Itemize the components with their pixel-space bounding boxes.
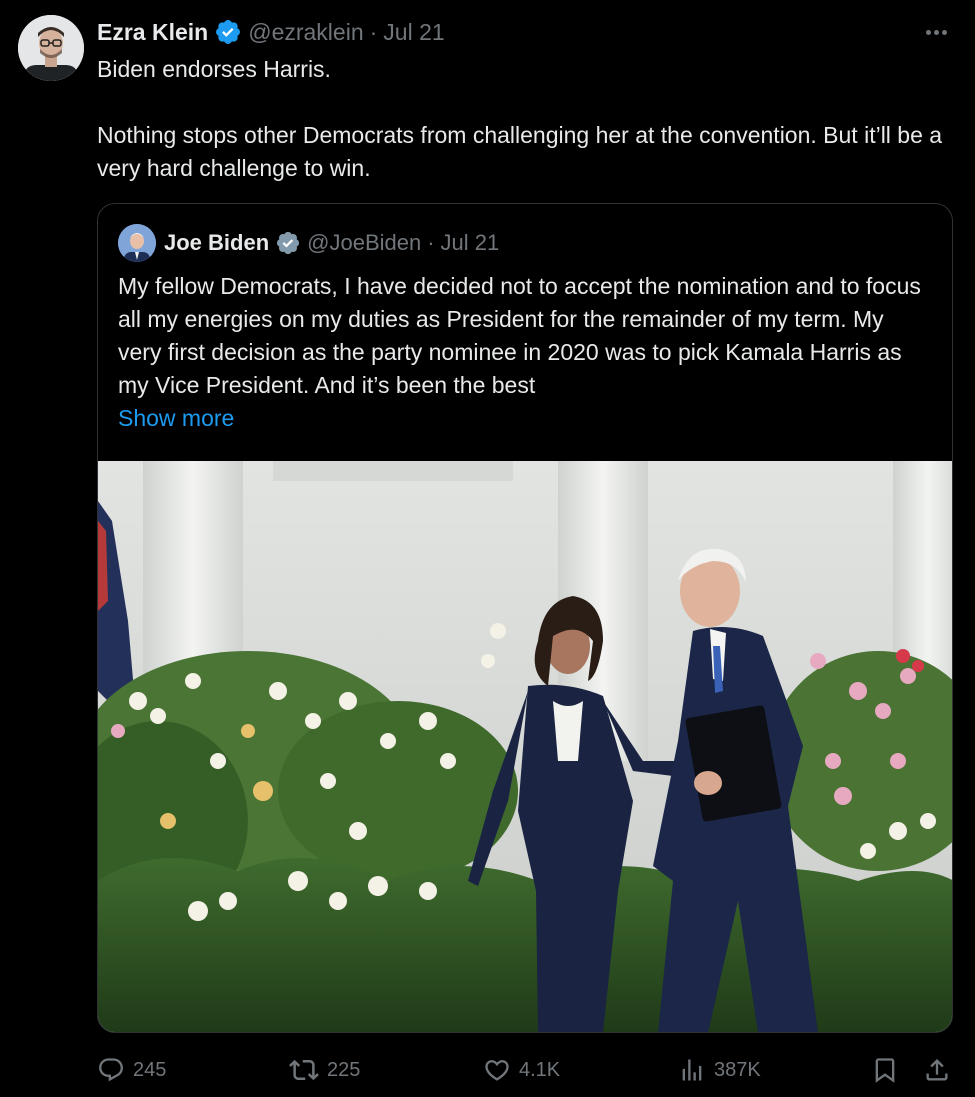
quoted-author-avatar[interactable] [118,224,156,262]
repost-icon [289,1059,319,1081]
quoted-tweet-date[interactable]: Jul 21 [441,230,500,256]
author-avatar[interactable] [18,15,84,81]
tweet-date[interactable]: Jul 21 [383,19,444,46]
repost-count: 225 [327,1058,361,1081]
quoted-tweet-photo[interactable] [98,461,952,1032]
views-chart-icon [682,1059,702,1081]
action-bar: 245 225 4.1K 387K [97,1052,957,1088]
heart-icon [485,1060,509,1081]
reply-count: 245 [133,1058,167,1081]
bookmark-button[interactable] [871,1052,899,1088]
author-name[interactable]: Ezra Klein [97,19,208,46]
separator-dot: · [369,18,378,45]
repost-button[interactable]: 225 [289,1052,360,1088]
quoted-author-handle[interactable]: @JoeBiden [307,230,421,256]
show-more-link[interactable]: Show more [118,402,234,435]
views-button[interactable]: 387K [678,1052,761,1088]
tweet-text-line: Biden endorses Harris. [97,56,331,82]
reply-icon [99,1058,123,1082]
share-icon [926,1059,948,1081]
tweet-text: Biden endorses Harris. Nothing stops oth… [97,53,957,185]
tweet-text-line: Nothing stops other Democrats from chall… [97,122,943,181]
tweet-header: Ezra Klein @ezraklein · Jul 21 [97,17,445,47]
quoted-author-name[interactable]: Joe Biden [164,230,269,256]
separator-dot: · [427,230,435,255]
like-count: 4.1K [519,1058,561,1081]
like-button[interactable]: 4.1K [483,1052,560,1088]
quoted-tweet-header: Joe Biden @JoeBiden · Jul 21 [164,228,499,258]
reply-button[interactable]: 245 [97,1052,166,1088]
views-count: 387K [714,1058,761,1081]
bookmark-icon [875,1058,895,1083]
share-button[interactable] [923,1052,951,1088]
more-dots-icon[interactable] [921,22,951,42]
quoted-tweet[interactable]: Joe Biden @JoeBiden · Jul 21 My fellow D… [97,203,953,1033]
quoted-tweet-text: My fellow Democrats, I have decided not … [118,273,921,398]
author-handle[interactable]: @ezraklein [248,19,363,46]
government-badge-icon[interactable] [275,230,301,256]
verified-badge-icon[interactable] [214,18,242,46]
